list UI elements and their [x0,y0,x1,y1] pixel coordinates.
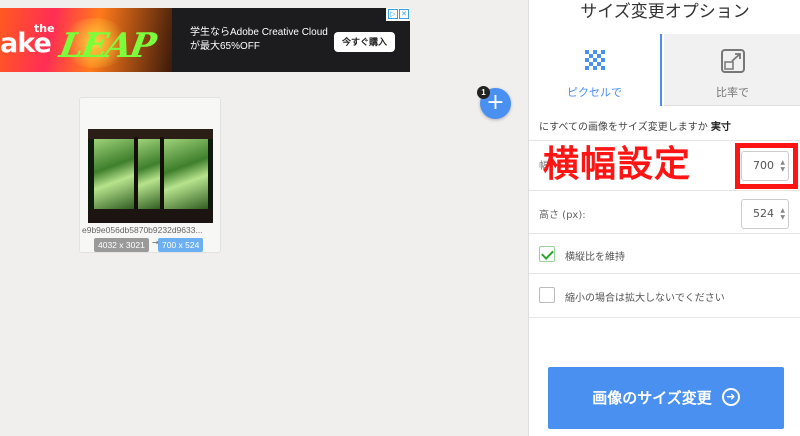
resize-options-panel: サイズ変更オプション ピクセルで 比率で にすべての画像をサイズ変更しますか 実… [528,0,800,436]
resize-images-label: 画像のサイズ変更 [592,389,712,407]
height-label: 高さ (px): [539,210,586,221]
ad-copy-line2: が最大65%OFF [190,41,261,52]
image-count-badge: 1 [477,86,490,99]
image-card[interactable]: e9b9e056db5870b9232d9633... 4032 x 3021 … [79,97,221,253]
apply-all-text: にすべての画像をサイズ変更しますか 実寸 [539,118,731,133]
no-enlarge-checkbox[interactable] [539,287,555,303]
panel-title: サイズ変更オプション [580,2,750,22]
image-filename: e9b9e056db5870b9232d9633... [82,225,203,235]
image-thumbnail [88,129,213,223]
no-enlarge-label: 縮小の場合は拡大しないでください [565,293,725,304]
ad-copy-line1: 学生ならAdobe Creative Cloud [190,27,328,38]
ad-copy: 学生ならAdobe Creative Cloud が最大65%OFF [190,26,328,54]
ad-brand-the: the [34,22,55,35]
height-value: 524 [753,207,774,220]
tab-by-ratio-label: 比率で [716,86,749,99]
ad-brand-leap: LEAP [56,26,158,66]
tab-by-ratio[interactable]: 比率で [664,34,800,106]
apply-all-question: にすべての画像をサイズ変更しますか [539,122,708,133]
pixels-icon [583,48,607,76]
apply-all-value: 実寸 [710,122,731,133]
ad-banner[interactable]: ake the LEAP 学生ならAdobe Creative Cloud が最… [0,8,410,72]
keep-aspect-ratio-label: 横縦比を維持 [565,252,625,263]
ad-choices-icon[interactable]: ▷ ✕ [386,8,410,21]
tab-by-pixels-label: ピクセルで [567,86,622,99]
tab-by-pixels[interactable]: ピクセルで [529,34,662,106]
resize-mode-tabs: ピクセルで 比率で [529,34,800,106]
keep-aspect-ratio-checkbox[interactable] [539,246,555,262]
ad-buy-button[interactable]: 今すぐ購入 [334,32,396,52]
new-size-badge: 700 x 524 [158,238,204,252]
original-size-badge: 4032 x 3021 [94,238,149,252]
width-annotation-overlay: 横幅設定 [543,144,692,185]
height-input[interactable]: 524 ▲ ▼ [741,199,789,229]
height-spinner[interactable]: ▲ ▼ [780,207,785,221]
resize-images-button[interactable]: 画像のサイズ変更 ➜ [548,367,784,429]
arrow-right-circle-icon: ➜ [721,388,740,406]
ratio-icon [720,48,746,78]
width-highlight-box [735,143,798,189]
